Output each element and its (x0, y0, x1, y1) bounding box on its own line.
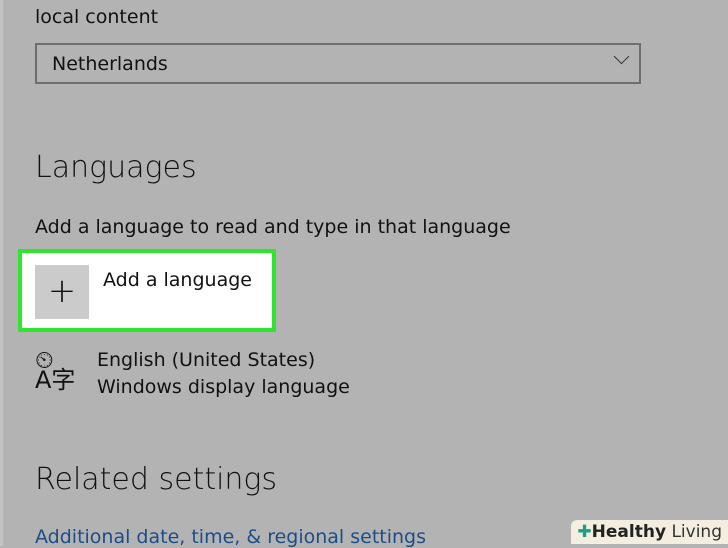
language-clock-icon: ⏲ A字 (35, 346, 76, 394)
chevron-down-icon (613, 48, 630, 65)
add-language-button[interactable]: + Add a language (18, 249, 276, 332)
dropdown-value: Netherlands (52, 53, 168, 75)
languages-heading: Languages (35, 150, 197, 185)
region-format-label: local content (35, 6, 159, 28)
additional-settings-link[interactable]: Additional date, time, & regional settin… (35, 526, 426, 548)
add-language-label: Add a language (103, 269, 252, 291)
language-item-name[interactable]: English (United States) (97, 349, 315, 371)
logo-bold: Healthy (591, 522, 667, 542)
related-settings-heading: Related settings (35, 462, 278, 497)
window-edge (0, 0, 3, 546)
logo-rest: Living (671, 522, 722, 542)
cross-icon: ✚ (577, 522, 592, 542)
language-item-detail: Windows display language (97, 376, 350, 398)
plus-icon: + (35, 265, 89, 319)
languages-description: Add a language to read and type in that … (35, 216, 511, 238)
country-dropdown[interactable]: Netherlands (35, 43, 641, 84)
watermark-logo: ✚Healthy Living (571, 520, 728, 544)
